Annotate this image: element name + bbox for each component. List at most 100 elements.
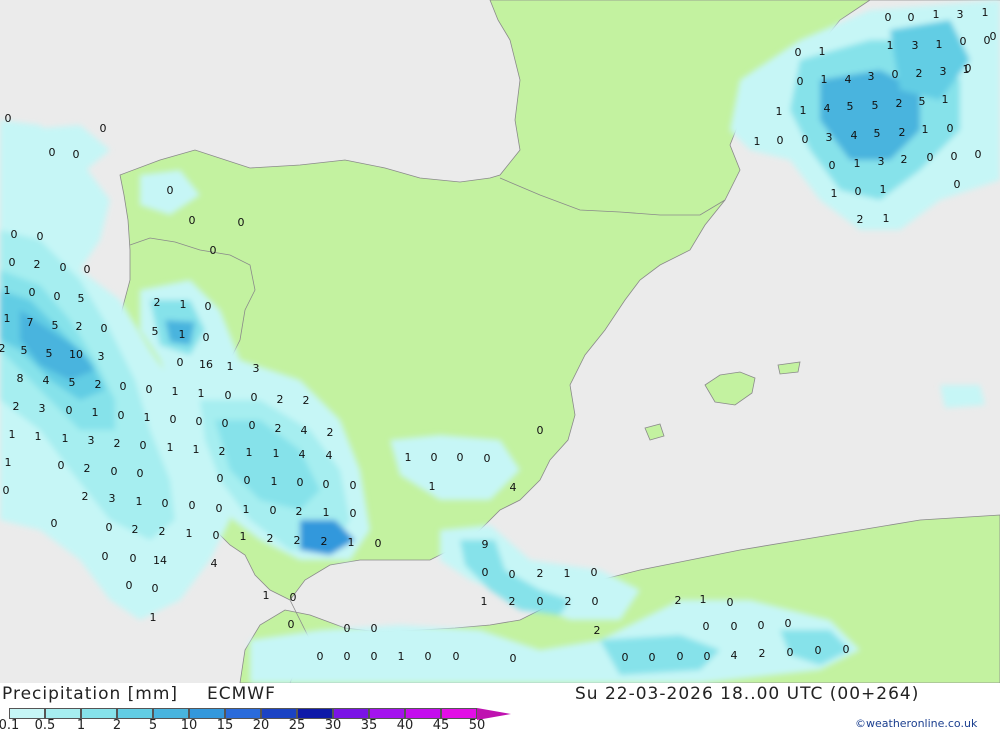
precip-value-label: 4 [845, 73, 852, 86]
precip-value-label: 1 [800, 104, 807, 117]
precip-value-label: 0 [297, 476, 304, 489]
precip-value-label: 4 [211, 557, 218, 570]
precip-value-label: 0 [855, 185, 862, 198]
precip-value-label: 1 [179, 328, 186, 341]
precip-value-label: 5 [847, 100, 854, 113]
precip-value-label: 0 [37, 230, 44, 243]
precip-value-label: 0 [510, 652, 517, 665]
precip-value-label: 8 [17, 372, 24, 385]
precip-value-label: 2 [327, 426, 334, 439]
precip-value-label: 1 [5, 456, 12, 469]
precip-value-label: 0 [371, 622, 378, 635]
legend-swatch [81, 708, 117, 719]
precip-value-label: 1 [227, 360, 234, 373]
precip-value-label: 1 [854, 157, 861, 170]
precip-value-label: 2 [277, 393, 284, 406]
precip-value-label: 0 [797, 75, 804, 88]
precip-value-label: 0 [205, 300, 212, 313]
precip-value-label: 0 [140, 439, 147, 452]
precip-value-label: 0 [975, 148, 982, 161]
precip-value-label: 0 [11, 228, 18, 241]
precip-value-label: 0 [106, 521, 113, 534]
precip-value-label: 0 [758, 619, 765, 632]
precip-value-label: 0 [288, 618, 295, 631]
precip-value-label: 1 [198, 387, 205, 400]
precip-value-label: 2 [321, 535, 328, 548]
precip-value-label: 1 [193, 443, 200, 456]
precip-value-label: 0 [785, 617, 792, 630]
precip-value-label: 0 [965, 62, 972, 75]
precip-value-label: 0 [130, 552, 137, 565]
precip-value-label: 4 [510, 481, 517, 494]
precip-value-label: 2 [901, 153, 908, 166]
precip-value-label: 5 [46, 347, 53, 360]
precip-value-label: 0 [350, 507, 357, 520]
precip-value-label: 2 [294, 534, 301, 547]
precip-value-label: 2 [509, 595, 516, 608]
precip-value-label: 0 [100, 122, 107, 135]
precip-value-label: 1 [271, 475, 278, 488]
precip-value-label: 0 [892, 68, 899, 81]
precip-value-label: 0 [457, 451, 464, 464]
precip-value-label: 1 [323, 506, 330, 519]
precip-value-label: 1 [887, 39, 894, 52]
legend-tick-label: 50 [468, 718, 486, 733]
precip-value-label: 0 [344, 622, 351, 635]
precip-value-label: 0 [344, 650, 351, 663]
legend-tick-label: 15 [216, 718, 234, 733]
precip-value-label: 2 [759, 647, 766, 660]
precip-value-label: 1 [246, 446, 253, 459]
precip-value-label: 1 [936, 38, 943, 51]
precip-value-label: 3 [98, 350, 105, 363]
precip-value-label: 1 [172, 385, 179, 398]
precip-value-label: 2 [537, 567, 544, 580]
precip-value-label: 0 [815, 644, 822, 657]
precip-value-label: 0 [203, 331, 210, 344]
precip-value-label: 0 [120, 380, 127, 393]
precip-value-label: 0 [189, 214, 196, 227]
precip-value-label: 0 [371, 650, 378, 663]
precip-value-label: 0 [225, 389, 232, 402]
legend-tick-label: 2 [112, 718, 122, 733]
precip-value-label: 0 [222, 417, 229, 430]
precip-value-label: 0 [3, 484, 10, 497]
precip-value-label: 10 [69, 348, 83, 361]
precip-value-label: 0 [537, 595, 544, 608]
precip-value-label: 3 [940, 65, 947, 78]
precipitation-map: 0013113100011430231011455251100345210013… [0, 0, 1000, 684]
precip-value-label: 2 [132, 523, 139, 536]
precip-value-label: 0 [704, 650, 711, 663]
precip-value-label: 0 [251, 391, 258, 404]
precip-value-label: 2 [916, 67, 923, 80]
precip-value-label: 1 [922, 123, 929, 136]
precip-value-label: 0 [101, 322, 108, 335]
legend-swatch [117, 708, 153, 719]
precip-value-label: 0 [990, 30, 997, 43]
precip-value-label: 1 [62, 432, 69, 445]
precip-value-label: 2 [275, 422, 282, 435]
precip-value-label: 0 [350, 479, 357, 492]
precip-value-label: 2 [675, 594, 682, 607]
precip-value-label: 5 [872, 99, 879, 112]
precip-value-label: 2 [95, 378, 102, 391]
credit-link[interactable]: ©weatheronline.co.uk [855, 717, 977, 730]
precip-value-label: 1 [398, 650, 405, 663]
precip-value-label: 4 [326, 449, 333, 462]
precip-value-label: 2 [219, 445, 226, 458]
precip-value-label: 0 [102, 550, 109, 563]
precip-value-label: 1 [240, 530, 247, 543]
precip-value-label: 2 [13, 400, 20, 413]
precip-value-label: 0 [795, 46, 802, 59]
legend-tick-label: 45 [432, 718, 450, 733]
precip-value-label: 0 [5, 112, 12, 125]
precip-value-label: 0 [60, 261, 67, 274]
precip-value-label: 3 [109, 492, 116, 505]
precip-value-label: 2 [303, 394, 310, 407]
precip-value-label: 2 [114, 437, 121, 450]
legend-tick-label: 30 [324, 718, 342, 733]
precip-value-label: 0 [829, 159, 836, 172]
precip-value-label: 0 [51, 517, 58, 530]
precip-value-label: 0 [537, 424, 544, 437]
precip-value-label: 1 [4, 312, 11, 325]
precip-value-label: 1 [9, 428, 16, 441]
